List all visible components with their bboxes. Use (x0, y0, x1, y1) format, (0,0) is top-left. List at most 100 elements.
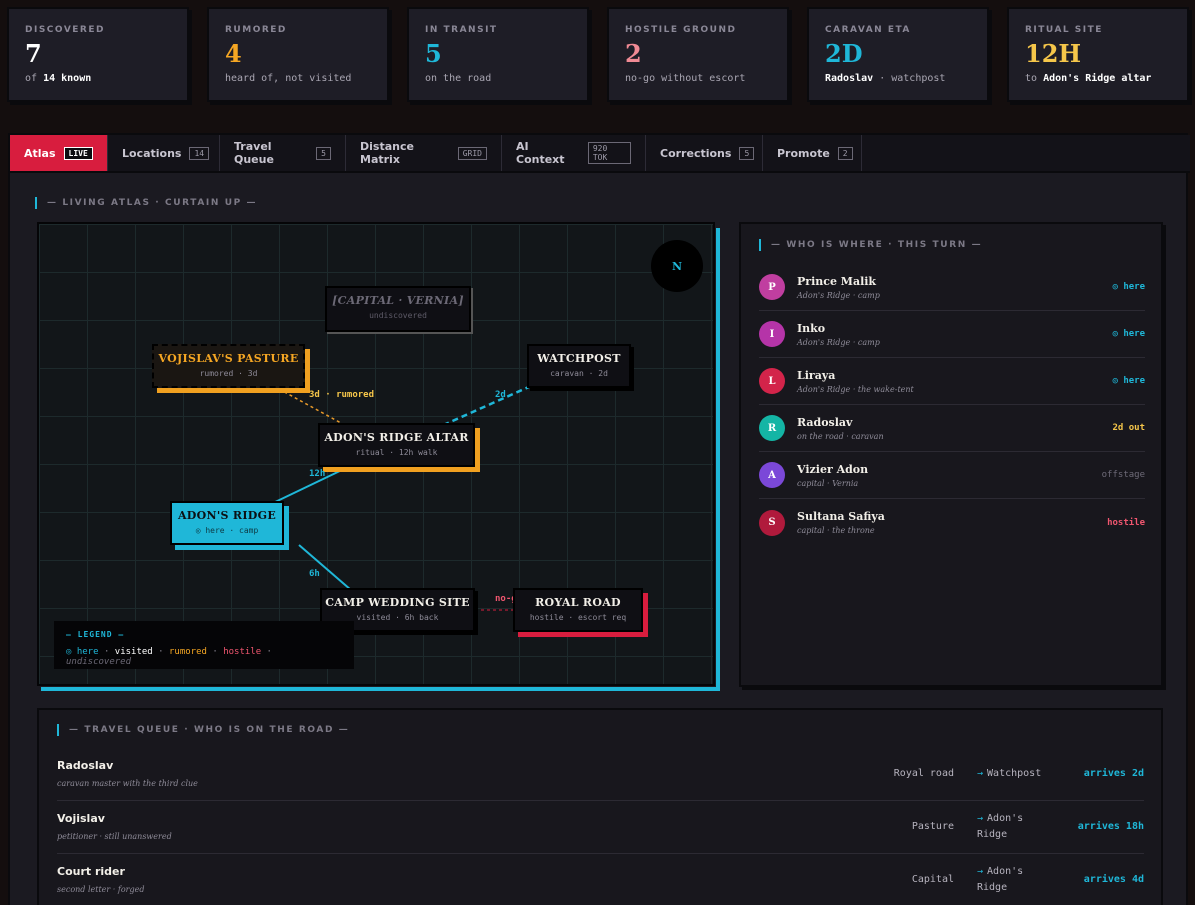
person-row[interactable]: S Sultana Safiya capital · the throne hos… (759, 499, 1145, 546)
route-label: 12h (309, 469, 326, 479)
route-label: 2d (495, 390, 506, 400)
location-title: WATCHPOST (537, 352, 621, 365)
route-label: 6h (309, 569, 320, 579)
legend-items: ◎ here · visited · rumored · hostile · u… (66, 647, 272, 667)
person-location: capital · Vernia (797, 478, 859, 488)
stat-value: 12H (1025, 39, 1082, 68)
location-title: ROYAL ROAD (535, 596, 621, 609)
stat-label: IN TRANSIT (425, 25, 498, 35)
status-badge: ◎ here (1112, 282, 1145, 292)
tab-corrections[interactable]: Corrections 5 (646, 135, 763, 171)
stat-label: HOSTILE GROUND (625, 25, 737, 35)
tab-badge: 5 (316, 146, 331, 160)
who-is-where-panel: — WHO IS WHERE · THIS TURN — P Prince Ma… (739, 222, 1163, 687)
stat-label: DISCOVERED (25, 25, 105, 35)
queue-row[interactable]: Court rider second letter · forged Capit… (57, 854, 1144, 905)
route-label: 3d · rumored (309, 390, 375, 400)
stat-sub: on the road (425, 73, 492, 84)
route-ridge-altar (270, 468, 345, 505)
route-to: → Adon's Ridge (977, 813, 1024, 840)
person-name: Liraya (797, 368, 836, 382)
tab-badge: LIVE (63, 146, 93, 160)
legend-title: — LEGEND — (66, 630, 125, 639)
location-title: ADON'S RIDGE ALTAR (324, 431, 469, 444)
route-watchpost-altar (438, 384, 532, 429)
person-location: capital · the throne (797, 526, 875, 535)
tab-bar: Atlas LIVE Locations 14 Travel Queue 5 Dist… (10, 135, 1190, 173)
person-row[interactable]: P Prince Malik Adon's Ridge · camp ◎ here (759, 264, 1145, 311)
location-pasture[interactable]: VOJISLAV'S PASTURE rumored · 3d (152, 344, 305, 388)
route-to: → Adon's Ridge (977, 866, 1024, 893)
eta-value: arrives 4d (1083, 874, 1144, 885)
location-capital[interactable]: [CAPITAL · VERNIA] undiscovered (325, 286, 471, 332)
person-name: Radoslav (797, 415, 853, 429)
legend-hostile: hostile (223, 647, 262, 657)
avatar: L (759, 368, 785, 394)
travel-queue-panel: — TRAVEL QUEUE · WHO IS ON THE ROAD — Ra… (37, 708, 1163, 905)
person-name: Prince Malik (797, 274, 877, 288)
location-title: VOJISLAV'S PASTURE (158, 352, 299, 365)
stat-value: 7 (25, 39, 42, 68)
avatar: I (759, 321, 785, 347)
person-location: Adon's Ridge · camp (797, 290, 880, 300)
location-ridge[interactable]: ADON'S RIDGE ◎ here · camp (170, 501, 284, 545)
person-row[interactable]: A Vizier Adon capital · Vernia offstage (759, 452, 1145, 499)
avatar: A (759, 462, 785, 488)
tab-badge: GRID (457, 146, 487, 160)
tab-locations[interactable]: Locations 14 (108, 135, 220, 171)
location-sub: caravan · 2d (550, 369, 608, 378)
traveler-note: second letter · forged (57, 885, 145, 894)
who-section-title: — WHO IS WHERE · THIS TURN — (759, 239, 982, 251)
queue-row[interactable]: Radoslav caravan master with the third c… (57, 748, 1144, 801)
tab-badge: 14 (189, 146, 210, 160)
tab-badge: 2 (837, 146, 853, 160)
person-name: Vizier Adon (797, 462, 869, 476)
tab-travel-queue[interactable]: Travel Queue 5 (220, 135, 346, 171)
traveler-note: caravan master with the third clue (57, 779, 198, 788)
atlas-section-title: — LIVING ATLAS · CURTAIN UP — (35, 197, 257, 209)
tab-ai-context[interactable]: AI Context 920 TOK (502, 135, 646, 171)
stat-rumored: RUMORED 4 heard of, not visited (207, 7, 389, 102)
location-title: ADON'S RIDGE (177, 509, 277, 522)
legend-rumored: rumored (168, 647, 207, 657)
status-badge: 2d out (1112, 423, 1145, 433)
location-title: [CAPITAL · VERNIA] (332, 294, 464, 307)
tab-atlas[interactable]: Atlas LIVE (10, 135, 108, 171)
stat-sub: to Adon's Ridge altar (1025, 73, 1152, 84)
queue-row[interactable]: Vojislav petitioner · still unanswered P… (57, 801, 1144, 854)
tab-distance-matrix[interactable]: Distance Matrix GRID (346, 135, 502, 171)
legend-undiscovered: undiscovered (66, 657, 132, 667)
legend-visited: visited (114, 647, 153, 657)
person-location: Adon's Ridge · the wake-tent (797, 384, 914, 394)
stat-caravan-eta: CARAVAN ETA 2D Radoslav · watchpost (807, 7, 989, 102)
stat-sub: heard of, not visited (225, 73, 352, 84)
route-label: no-go (495, 594, 513, 604)
map-accent-right (716, 228, 720, 691)
stat-value: 5 (425, 39, 442, 68)
tab-badge: 920 TOK (587, 142, 631, 164)
status-badge: hostile (1107, 517, 1145, 528)
location-watchpost[interactable]: WATCHPOST caravan · 2d (527, 344, 631, 388)
queue-section-title: — TRAVEL QUEUE · WHO IS ON THE ROAD — (57, 724, 349, 736)
stat-value: 2 (625, 39, 642, 68)
person-name: Sultana Safiya (797, 510, 885, 523)
person-location: Adon's Ridge · camp (797, 337, 880, 347)
main-panel: Atlas LIVE Locations 14 Travel Queue 5 Dist… (8, 133, 1190, 905)
location-sub: ritual · 12h walk (355, 448, 438, 457)
atlas-map[interactable]: N [CAPITAL · VERNIA] undiscovered VOJISL… (37, 222, 715, 686)
tab-badge: 5 (739, 146, 755, 160)
location-royal-road[interactable]: ROYAL ROAD hostile · escort req (513, 588, 643, 632)
tab-promote[interactable]: Promote 2 (763, 135, 862, 171)
traveler-name: Court rider (57, 865, 125, 878)
stat-label: CARAVAN ETA (825, 25, 911, 35)
location-sub: undiscovered (369, 311, 427, 320)
location-altar[interactable]: ADON'S RIDGE ALTAR ritual · 12h walk (318, 423, 475, 467)
arrow-right-icon: → (977, 768, 984, 779)
location-sub: hostile · escort req (529, 613, 627, 622)
route-ridge-wedding (298, 544, 352, 591)
person-row[interactable]: I Inko Adon's Ridge · camp ◎ here (759, 311, 1145, 358)
person-row[interactable]: R Radoslav on the road · caravan 2d out (759, 405, 1145, 452)
map-accent-bottom (41, 687, 720, 691)
stat-sub: no-go without escort (625, 73, 746, 84)
person-row[interactable]: L Liraya Adon's Ridge · the wake-tent ◎ h… (759, 358, 1145, 405)
